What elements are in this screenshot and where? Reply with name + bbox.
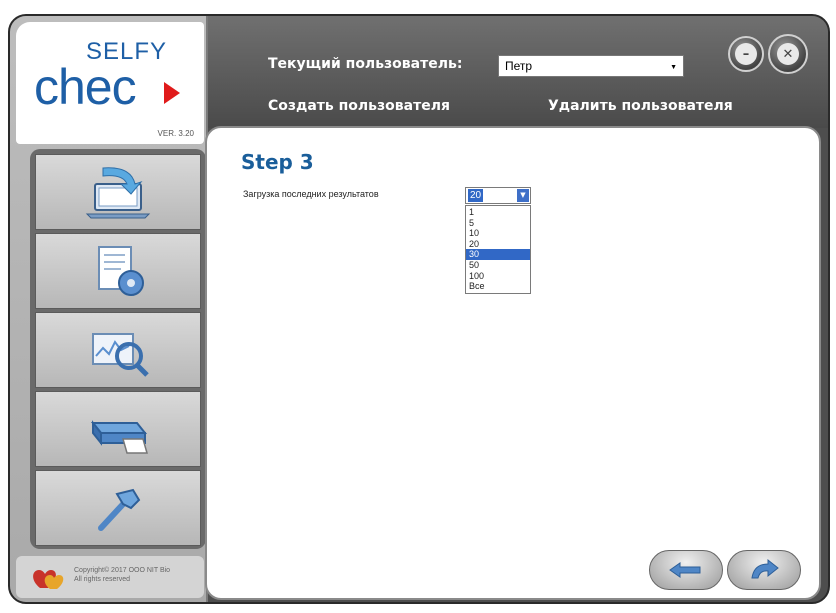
logo-check: chec xyxy=(34,59,137,115)
copyright-text: Copyright© 2017 OOO NIT Bio All rights r… xyxy=(74,567,171,583)
main-content: Step 3 Загрузка последних результатов 20… xyxy=(205,126,821,600)
document-settings-icon xyxy=(98,246,144,296)
sidebar-item-download[interactable] xyxy=(35,154,201,230)
chevron-down-icon: ▼ xyxy=(670,64,677,71)
hammer-tools-icon xyxy=(98,488,141,531)
current-user-label: Текущий пользователь: xyxy=(268,56,463,72)
results-count-select[interactable]: 20 ▼ xyxy=(465,187,531,204)
results-count-value: 20 xyxy=(468,189,484,202)
version-label: VER. 3.20 xyxy=(157,129,194,138)
header-bar: Текущий пользователь: Петр ▼ Создать пол… xyxy=(208,16,828,128)
results-count-label: Загрузка последних результатов xyxy=(243,189,379,199)
close-button[interactable]: ✕ xyxy=(768,34,808,74)
dropdown-option[interactable]: Все xyxy=(466,281,530,292)
sidebar-item-results[interactable] xyxy=(35,312,201,388)
current-user-value: Петр xyxy=(505,59,533,73)
sidebar-item-print[interactable] xyxy=(35,391,201,467)
step-title: Step 3 xyxy=(241,150,314,174)
delete-user-link[interactable]: Удалить пользователя xyxy=(548,98,733,114)
results-count-dropdown: 1 5 10 20 30 50 100 Все xyxy=(465,205,531,294)
hearts-logo-icon xyxy=(33,570,64,589)
dropdown-option[interactable]: 5 xyxy=(466,218,530,229)
dropdown-option[interactable]: 1 xyxy=(466,207,530,218)
next-button[interactable] xyxy=(727,550,801,590)
current-user-select[interactable]: Петр ▼ xyxy=(498,55,684,77)
arrow-forward-icon xyxy=(751,558,779,579)
dropdown-option[interactable]: 10 xyxy=(466,228,530,239)
back-button[interactable] xyxy=(649,550,723,590)
sidebar-nav xyxy=(30,149,206,549)
chevron-down-icon[interactable]: ▼ xyxy=(517,189,529,202)
printer-icon xyxy=(90,420,148,454)
dropdown-option[interactable]: 100 xyxy=(466,271,530,282)
close-icon: ✕ xyxy=(777,43,799,65)
app-window: SELFY chec VER. 3.20 Copyright© 2017 OOO… xyxy=(8,14,830,604)
minimize-icon: – xyxy=(735,43,757,65)
dropdown-option[interactable]: 20 xyxy=(466,239,530,250)
create-user-link[interactable]: Создать пользователя xyxy=(268,98,450,114)
sidebar-item-settings[interactable] xyxy=(35,233,201,309)
minimize-button[interactable]: – xyxy=(728,36,764,72)
chart-search-icon xyxy=(92,333,149,377)
dropdown-option-highlighted[interactable]: 30 xyxy=(466,249,530,260)
logo-flag-icon xyxy=(164,82,180,104)
logo: SELFY chec VER. 3.20 xyxy=(16,22,204,144)
left-panel: SELFY chec VER. 3.20 Copyright© 2017 OOO… xyxy=(10,16,208,602)
copyright: Copyright© 2017 OOO NIT Bio All rights r… xyxy=(16,556,204,598)
sidebar-item-tools[interactable] xyxy=(35,470,201,546)
laptop-download-icon xyxy=(85,167,151,219)
arrow-left-icon xyxy=(669,562,701,578)
dropdown-option[interactable]: 50 xyxy=(466,260,530,271)
